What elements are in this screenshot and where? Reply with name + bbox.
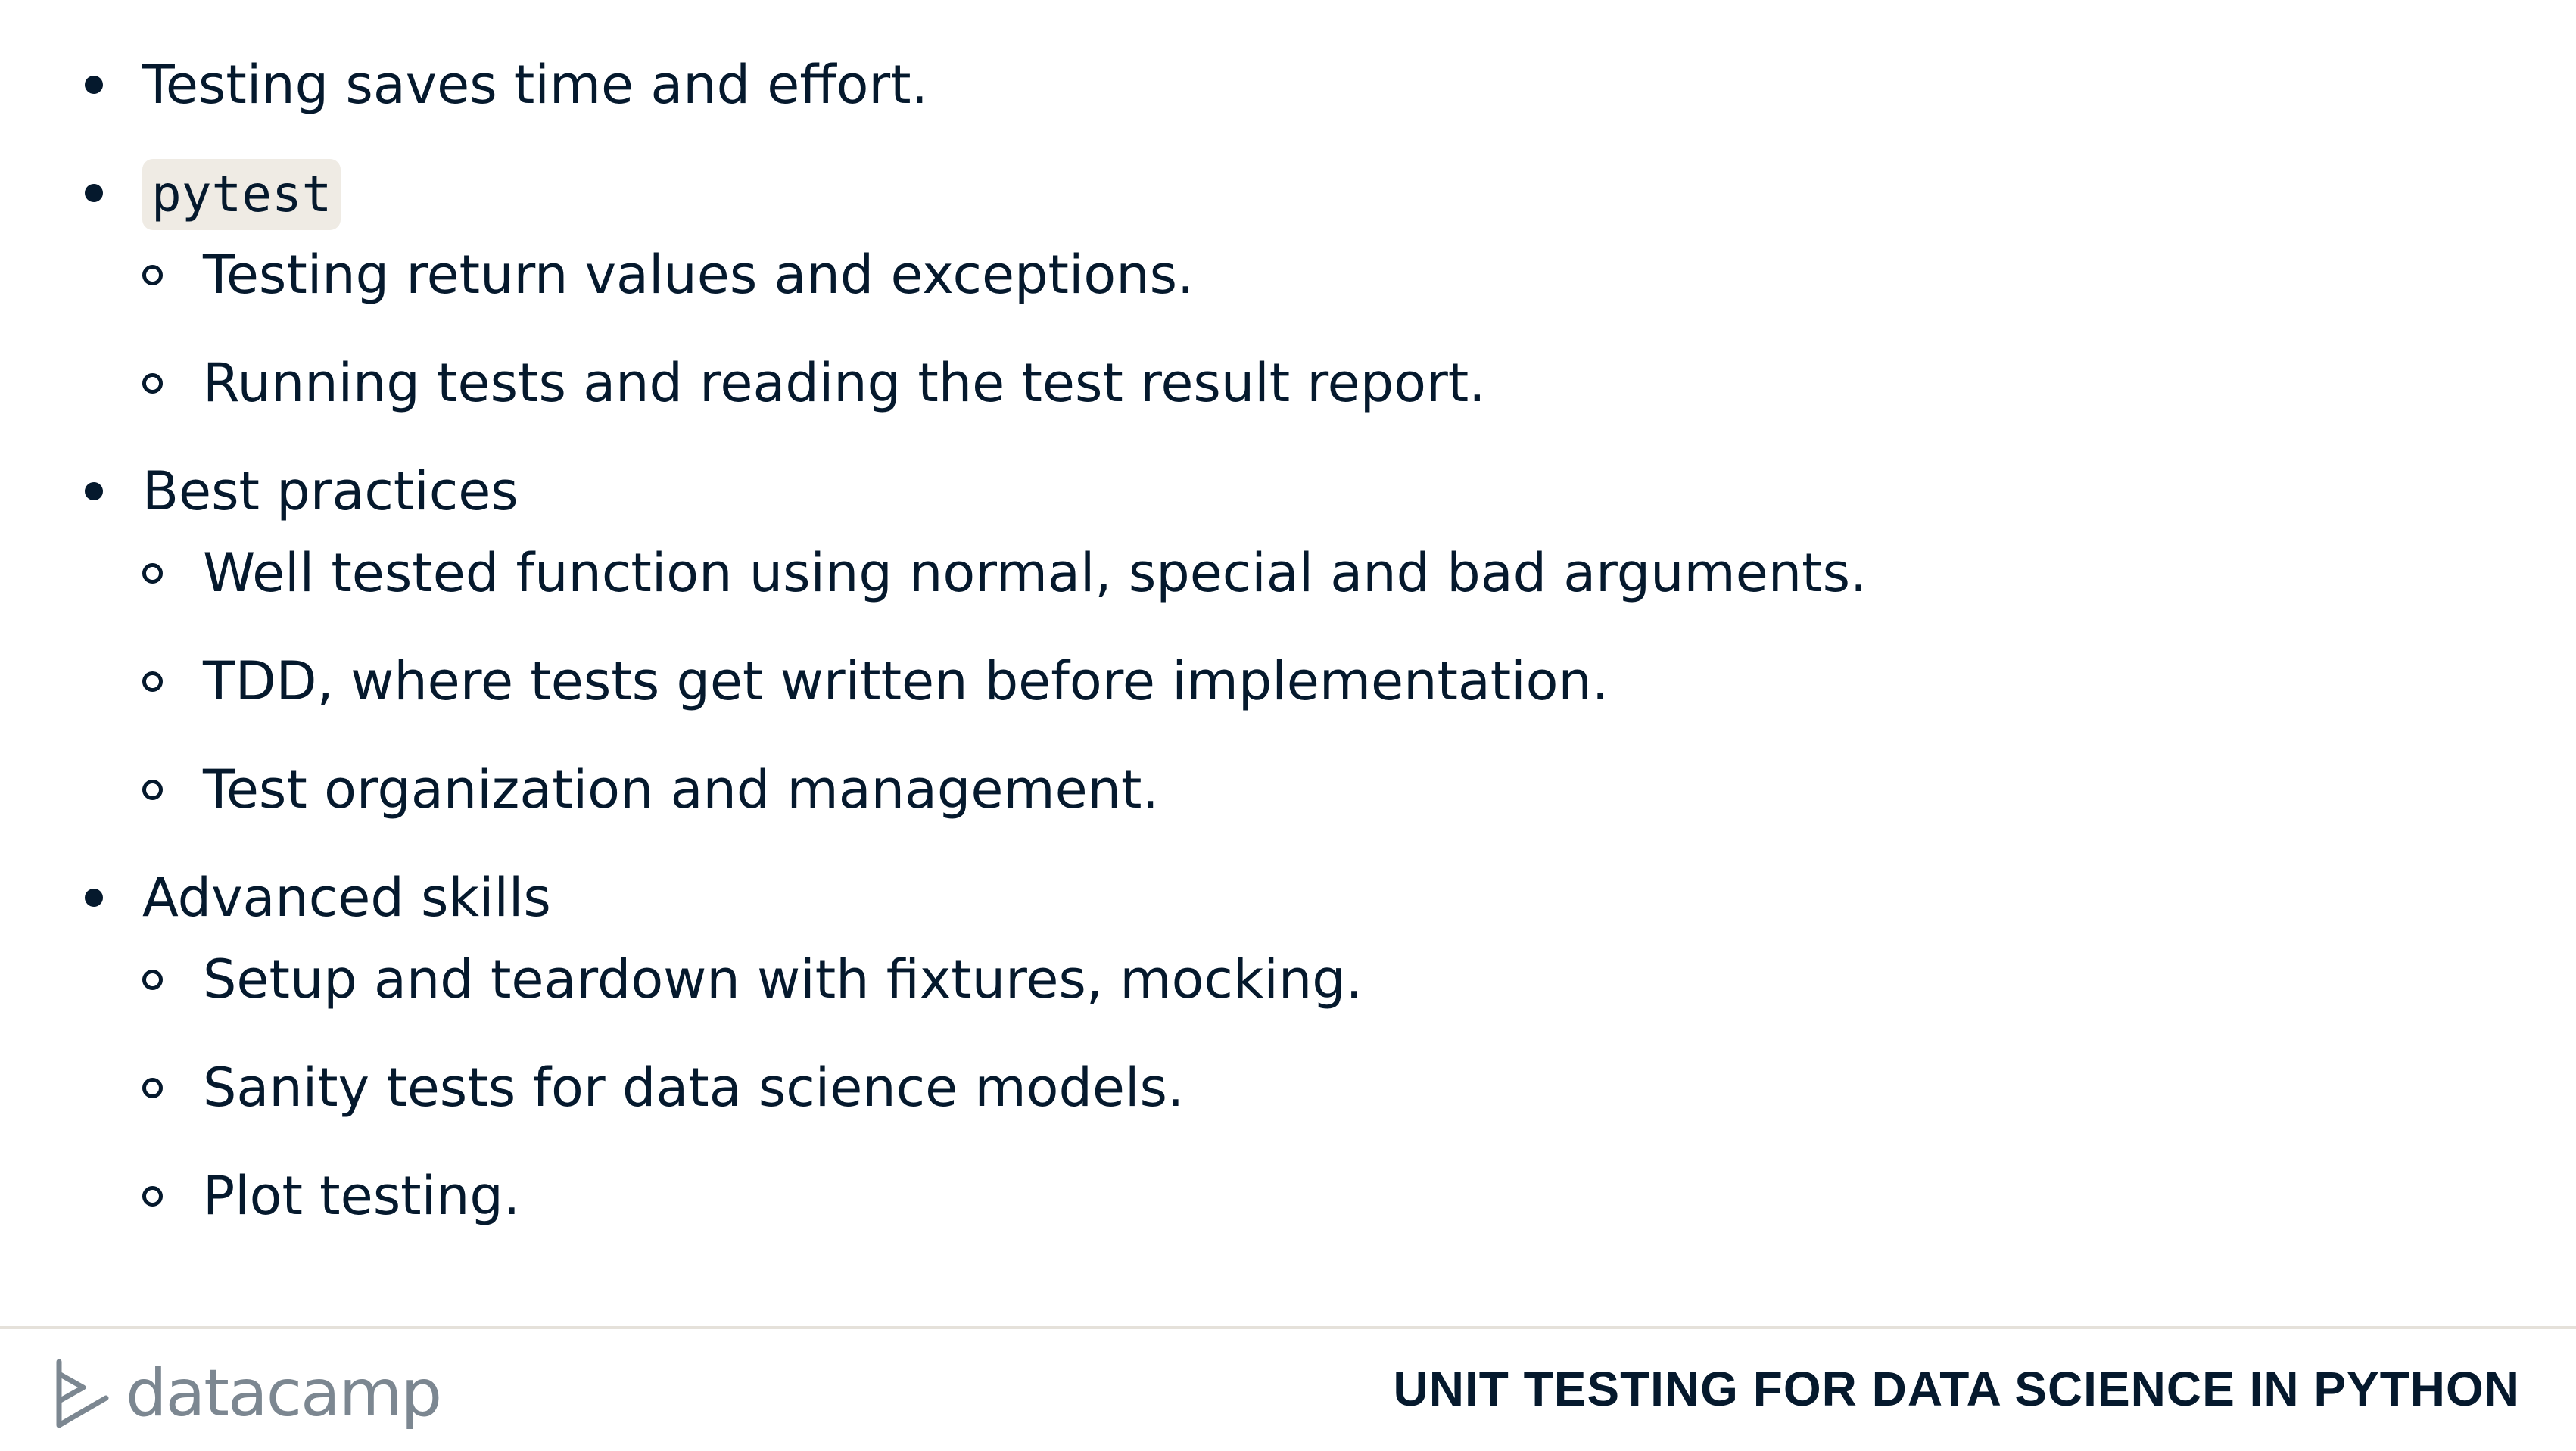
sub-bullet-text: Setup and teardown with fixtures, mockin… — [203, 948, 1363, 1010]
sub-bullet-text: Sanity tests for data science models. — [203, 1057, 1185, 1119]
bullet-ring-icon — [142, 265, 163, 285]
sub-bullet-list: Setup and teardown with fixtures, mockin… — [142, 942, 2498, 1234]
sub-bullet-item: Test organization and management. — [142, 752, 2498, 827]
inline-code: pytest — [142, 159, 341, 230]
course-title: UNIT TESTING FOR DATA SCIENCE IN PYTHON — [1393, 1362, 2520, 1416]
bullet-item: Testing saves time and effort. — [0, 47, 2498, 123]
bullet-ring-icon — [142, 1078, 163, 1098]
datacamp-logo: datacamp — [53, 1352, 442, 1435]
sub-bullet-list: Well tested function using normal, speci… — [142, 535, 2498, 827]
bullet-ring-icon — [142, 970, 163, 990]
bullet-dot-icon — [85, 184, 103, 202]
bullet-ring-icon — [142, 373, 163, 394]
bullet-item: pytest Testing return values and excepti… — [0, 155, 2498, 421]
sub-bullet-item: Plot testing. — [142, 1158, 2498, 1234]
sub-bullet-list: Testing return values and exceptions. Ru… — [142, 237, 2498, 421]
sub-bullet-item: Setup and teardown with fixtures, mockin… — [142, 942, 2498, 1017]
sub-bullet-text: TDD, where tests get written before impl… — [203, 650, 1609, 712]
slide-footer: datacamp UNIT TESTING FOR DATA SCIENCE I… — [0, 1326, 2576, 1451]
bullet-ring-icon — [142, 563, 163, 584]
sub-bullet-text: Plot testing. — [203, 1165, 521, 1227]
bullet-item: Best practices Well tested function usin… — [0, 453, 2498, 827]
bullet-ring-icon — [142, 671, 163, 692]
sub-bullet-item: Sanity tests for data science models. — [142, 1050, 2498, 1126]
slide-content: Testing saves time and effort. pytest Te… — [0, 0, 2576, 1326]
sub-bullet-text: Test organization and management. — [203, 758, 1159, 820]
bullet-list: Testing saves time and effort. pytest Te… — [0, 47, 2498, 1266]
bullet-text: Best practices — [142, 460, 519, 522]
logo-wordmark: datacamp — [126, 1356, 442, 1431]
bullet-dot-icon — [85, 482, 103, 500]
datacamp-logo-icon — [56, 1359, 109, 1428]
bullet-item: Advanced skills Setup and teardown with … — [0, 860, 2498, 1234]
bullet-ring-icon — [142, 780, 163, 800]
sub-bullet-text: Testing return values and exceptions. — [203, 244, 1195, 306]
sub-bullet-text: Running tests and reading the test resul… — [203, 352, 1486, 414]
sub-bullet-item: Well tested function using normal, speci… — [142, 535, 2498, 611]
bullet-dot-icon — [85, 76, 103, 94]
sub-bullet-item: TDD, where tests get written before impl… — [142, 643, 2498, 719]
bullet-text: Advanced skills — [142, 867, 551, 929]
bullet-dot-icon — [85, 889, 103, 907]
sub-bullet-item: Running tests and reading the test resul… — [142, 345, 2498, 421]
bullet-ring-icon — [142, 1186, 163, 1207]
sub-bullet-item: Testing return values and exceptions. — [142, 237, 2498, 313]
bullet-text: Testing saves time and effort. — [142, 54, 928, 116]
sub-bullet-text: Well tested function using normal, speci… — [203, 542, 1867, 604]
